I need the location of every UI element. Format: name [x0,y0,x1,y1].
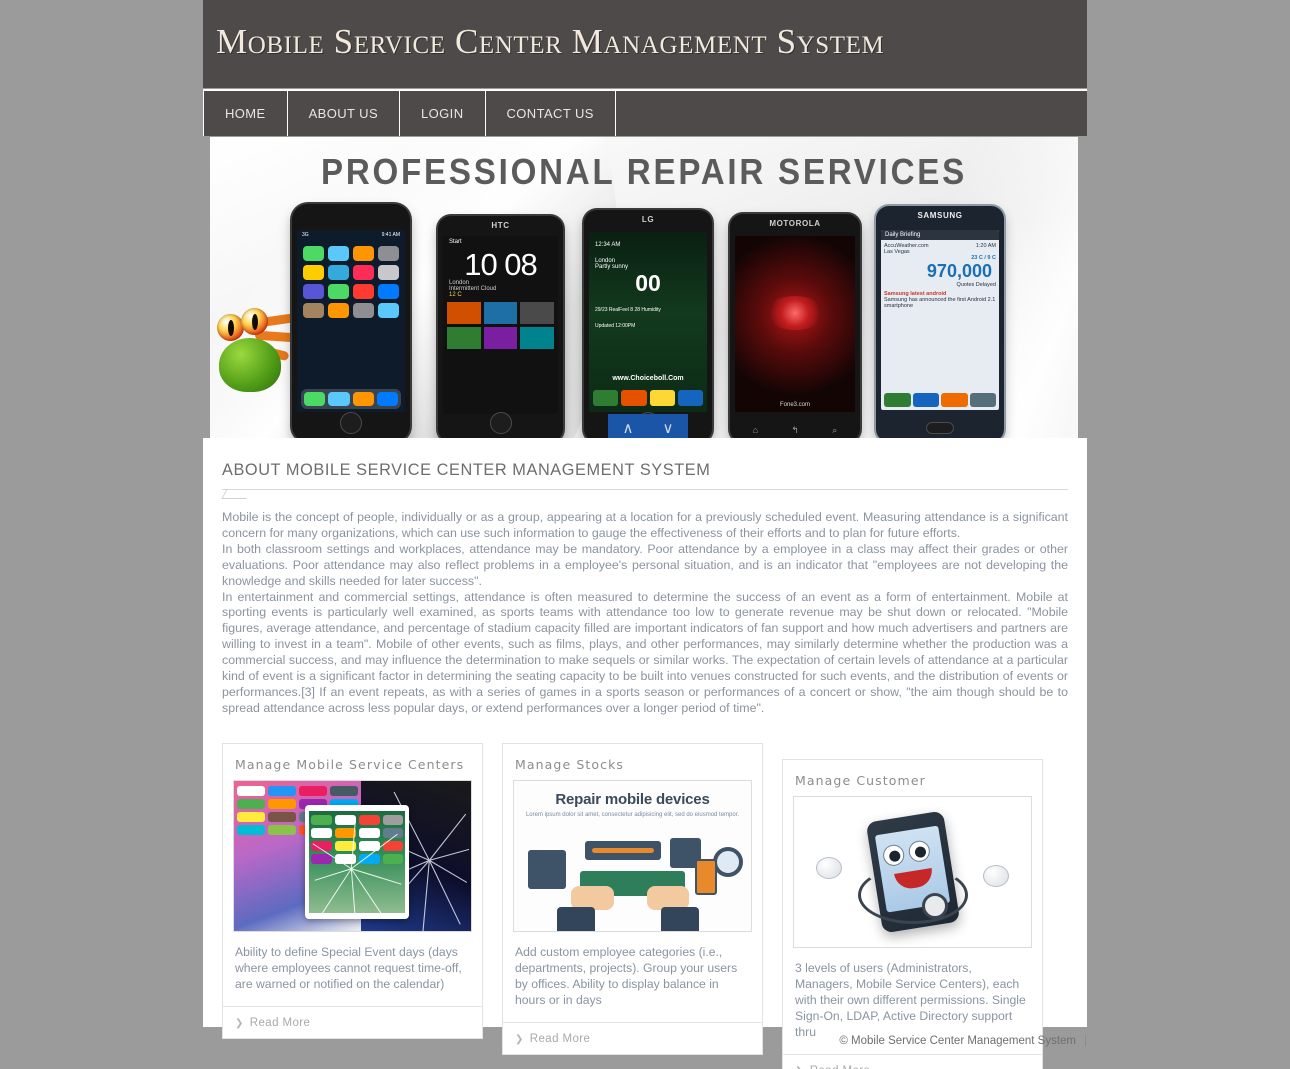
multimeter-icon [695,858,717,895]
motorola-nav-icons: ⌂ ↰ ⌕ [752,425,838,435]
page-root: Mobile Service Center Management System … [0,0,1290,1069]
about-paragraph-2: In both classroom settings and workplace… [222,541,1068,588]
card-image-cracked-devices [233,779,472,932]
nav-item-about-us[interactable]: ABOUT US [288,91,401,136]
feature-card-manage-stocks: Manage Stocks Repair mobile devices Lore… [502,742,763,1055]
illustration-caption: Repair mobile devices [555,790,710,808]
card-description: Add custom employee categories (i.e., de… [515,944,738,1007]
site-footer: © Mobile Service Center Management Syste… [203,1027,1087,1069]
mascot-left-hand-icon [816,856,842,879]
banner-phone-lg: LG 12:34 AM London Partly sunny 00 29/23… [584,210,712,438]
magnifier-icon [713,846,743,877]
htc-clock: 10 08 [464,247,538,282]
stethoscope-icon [857,865,968,924]
card-description: Ability to define Special Event days (da… [235,944,462,991]
about-paragraph-3: In entertainment and commercial settings… [222,589,1068,715]
lg-website: www.Choiceboll.Com [612,375,684,382]
samsung-brand-label: SAMSUNG [917,211,963,220]
heading-divider [222,489,1068,490]
site-header: Mobile Service Center Management System [203,0,1087,88]
samsung-quotes-note: Quotes Delayed [956,282,996,288]
banner-phone-motorola: MOTOROLA Fone3.com ⌂ ↰ ⌕ [730,214,860,438]
feature-card-manage-mobile-service-centers: Manage Mobile Service Centers Ability to… [222,742,483,1039]
nav-item-contact-us[interactable]: CONTACT US [486,91,616,136]
footer-separator: | [1084,1035,1087,1047]
lg-updated: Updated 12:00PM [595,323,636,329]
copyright-text: © Mobile Service Center Management Syste… [839,1035,1076,1047]
lg-dock [593,390,703,406]
samsung-home-button-icon [926,422,954,434]
about-section-heading: ABOUT MOBILE SERVICE CENTER MANAGEMENT S… [222,460,711,479]
card-title: Manage Stocks [515,756,625,772]
page-title: Mobile Service Center Management System [216,22,885,61]
samsung-time: 1:20 AM [975,243,996,249]
slider-next-icon[interactable]: ∨ [648,414,688,438]
nav-item-login[interactable]: LOGIN [400,91,486,136]
feature-card-list: Manage Mobile Service Centers Ability to… [222,742,1068,1069]
htc-tile-grid [443,298,558,353]
banner-phone-group: 3G 9:41 AM HTC Start 10 08 London Interm… [210,137,1078,438]
samsung-news-sub: Samsung has announced the first Android … [884,297,996,309]
iphone-dock [301,389,401,409]
lg-status-time: 12:34 AM [595,242,621,248]
banner-phone-samsung: SAMSUNG Daily Briefing AccuWeather.com 1… [876,206,1004,438]
hero-banner: PROFESSIONAL REPAIR SERVICES 3G 9:41 AM [210,137,1078,438]
nav-item-home[interactable]: HOME [203,91,288,136]
banner-slider-controls: ∧ ∨ [608,414,688,438]
iphone-time: 9:41 AM [381,232,400,238]
card-image-phone-mascot [793,795,1032,948]
nav-list: HOME ABOUT US LOGIN CONTACT US [203,91,616,136]
iphone-home-button-icon [340,412,362,434]
banner-phone-htc: HTC Start 10 08 London Intermittent Clou… [438,216,563,438]
htc-start-label: Start [449,239,462,245]
feature-card-manage-customer: Manage Customer 3 levels of users (Admin… [782,758,1043,1069]
lg-temperature: 00 [635,270,661,296]
htc-home-button-icon [489,412,512,434]
motorola-site: Fone3.com [779,402,810,408]
lg-detail: 29/23 RealFeel 8 28 Humidity [595,307,661,313]
mascot-right-hand-icon [983,864,1009,887]
samsung-dock [884,393,996,407]
motorola-droid-eye-icon [765,296,825,331]
about-paragraph-1: Mobile is the concept of people, individ… [222,510,1068,540]
samsung-briefing-header: Daily Briefing [881,230,999,240]
card-title: Manage Customer [795,772,926,788]
illustration-subcaption: Lorem ipsum dolor sit amet, consectetur … [525,811,740,818]
slider-prev-icon[interactable]: ∧ [608,414,648,438]
iphone-app-grid [297,230,405,324]
stethoscope-bell-icon [921,892,948,919]
samsung-stock-value: 970,000 [926,261,992,281]
htc-brand-label: HTC [491,221,510,230]
main-navigation: HOME ABOUT US LOGIN CONTACT US [203,89,1087,136]
frog-mascot-icon [215,300,301,392]
card-image-repair-illustration: Repair mobile devices Lorem ipsum dolor … [513,779,752,932]
motorola-brand-label: MOTOROLA [769,219,821,228]
card-title: Manage Mobile Service Centers [235,756,465,772]
lg-brand-label: LG [641,215,655,224]
main-content-panel: ABOUT MOBILE SERVICE CENTER MANAGEMENT S… [203,438,1087,1069]
iphone-carrier: 3G [302,232,309,238]
banner-phone-iphone: 3G 9:41 AM [292,204,410,438]
